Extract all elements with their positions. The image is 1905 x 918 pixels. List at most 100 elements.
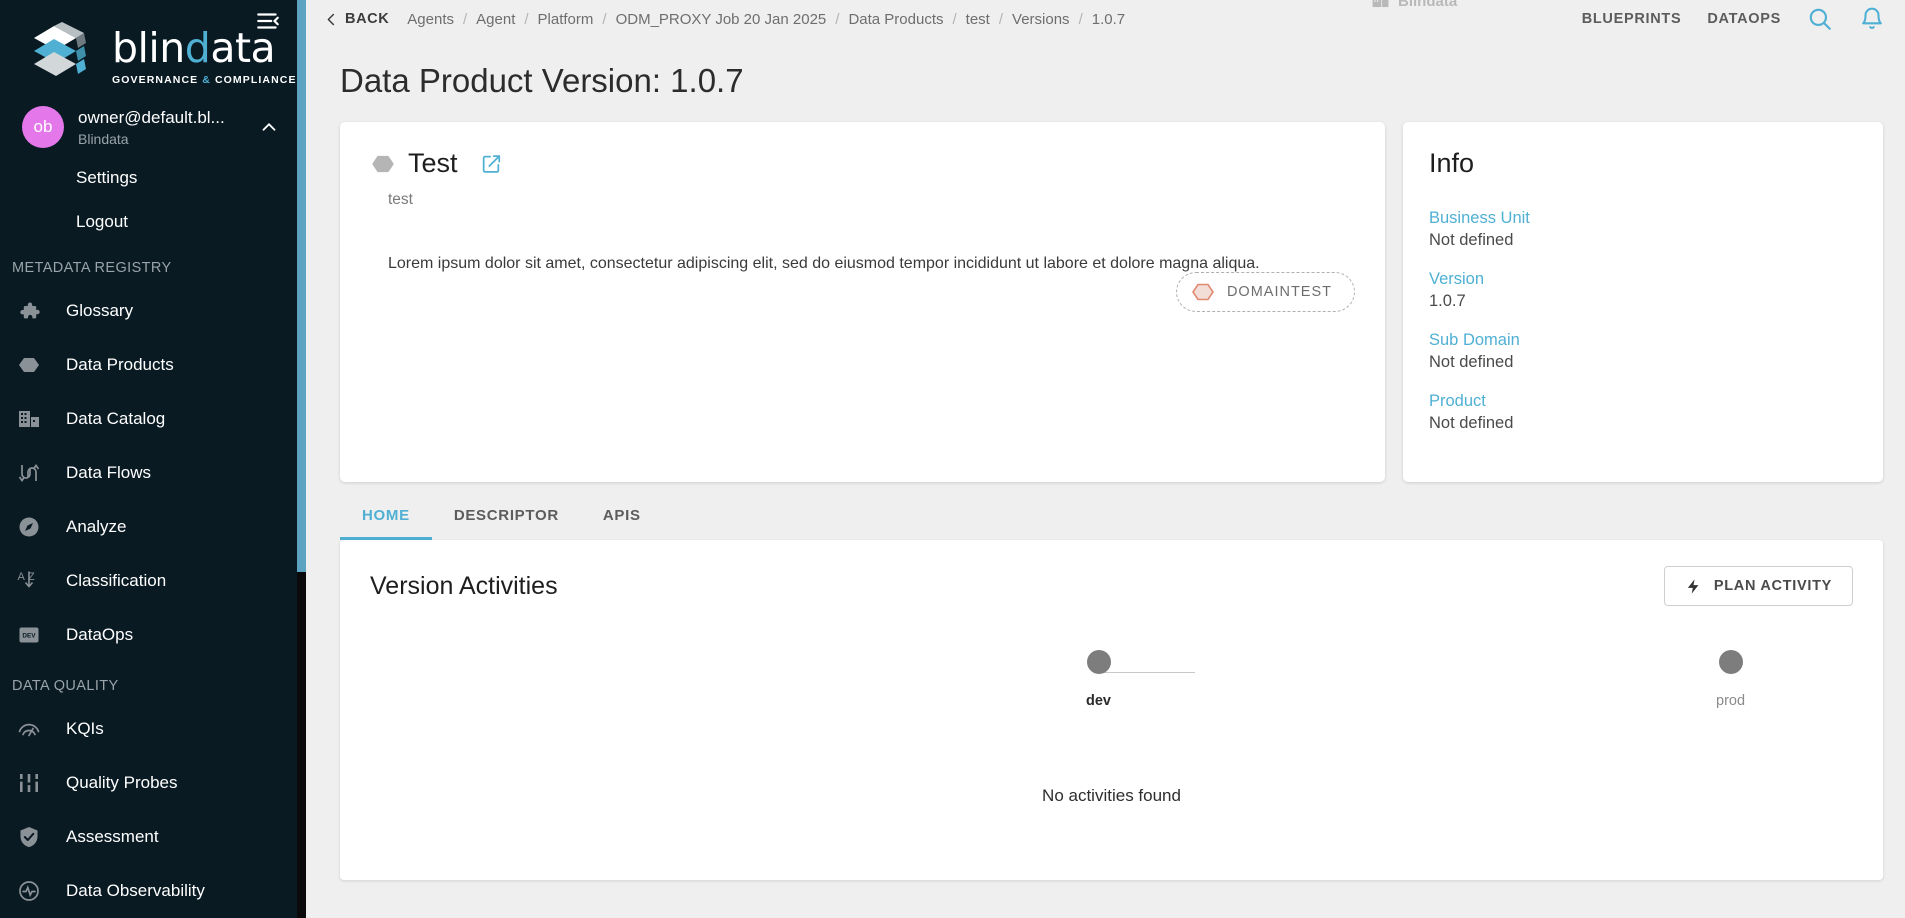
info-key-sub-domain[interactable]: Sub Domain [1429,331,1857,350]
info-card-title: Info [1429,148,1475,178]
sidebar-item-glossary[interactable]: Glossary [0,284,306,338]
top-right-actions: BLUEPRINTS DATAOPS [1582,6,1885,32]
application-root: blindata GOVERNANCE & COMPLIANCE ob owne… [0,0,1905,918]
sidebar-item-classification[interactable]: A Z Classification [0,554,306,608]
stepper-dot [1718,650,1743,674]
top-navigation-bar: BACK Agents / Agent / Platform / ODM_PRO… [306,0,1905,38]
hexagon-icon [370,151,396,177]
top-link-blueprints[interactable]: BLUEPRINTS [1582,11,1682,27]
breadcrumb-item-platform[interactable]: Platform [538,11,594,28]
svg-text:A: A [18,571,26,583]
info-value-business-unit: Not defined [1429,231,1514,249]
sidebar-item-label: Data Flows [66,463,152,482]
sidebar-item-data-observability[interactable]: Data Observability [0,864,306,918]
sliders-icon [14,768,44,798]
svg-text:DEV: DEV [22,633,36,640]
puzzle-icon [14,296,44,326]
stepper-connector [1098,672,1195,673]
sidebar-item-label: DataOps [66,625,134,644]
info-field-list: Business Unit Not defined Version 1.0.7 … [1429,209,1857,433]
sidebar-item-quality-probes[interactable]: Quality Probes [0,756,306,810]
version-activities-panel: Version Activities PLAN ACTIVITY dev pro… [340,540,1883,880]
stepper-label: prod [1716,693,1746,709]
stepper-dot [1086,650,1111,674]
info-key-version[interactable]: Version [1429,270,1857,289]
back-button[interactable]: BACK [306,11,407,27]
az-sort-icon: A Z [14,566,44,596]
user-email: owner@default.bl... [78,108,225,128]
breadcrumb-separator: / [602,10,607,28]
data-product-card: Test test Lorem ipsum dolor sit amet, co… [340,122,1385,482]
breadcrumb-item-odm-proxy-job[interactable]: ODM_PROXY Job 20 Jan 2025 [616,11,827,28]
breadcrumb-separator: / [463,10,468,28]
brand-word-b: d [184,24,211,72]
sidebar-item-analyze[interactable]: Analyze [0,500,306,554]
breadcrumb-item-agents[interactable]: Agents [407,11,454,28]
chevron-up-icon[interactable] [258,116,280,138]
breadcrumb-item-test[interactable]: test [966,11,990,28]
panel-title: Version Activities [370,571,558,600]
sidebar-item-label: Data Observability [66,881,205,900]
breadcrumb-item-version: 1.0.7 [1091,10,1126,28]
detail-row: Test test Lorem ipsum dolor sit amet, co… [306,122,1905,482]
sidebar-section-metadata-registry: METADATA REGISTRY [12,260,172,276]
breadcrumb-separator: / [835,10,840,28]
sidebar-item-label: Glossary [66,301,134,320]
sidebar-item-label: Quality Probes [66,773,178,792]
notifications-bell-icon[interactable] [1859,6,1885,32]
sidebar-item-data-flows[interactable]: Data Flows [0,446,306,500]
sidebar-scrollbar[interactable] [297,0,306,918]
stepper-label: dev [1086,693,1111,709]
data-product-header: Test [370,148,1355,179]
info-key-product[interactable]: Product [1429,392,1857,411]
brand-word-a: blin [112,24,185,72]
user-account-row[interactable]: ob owner@default.bl... Blindata [0,92,306,156]
bolt-icon [1685,578,1702,595]
sidebar-item-kqis[interactable]: KQIs [0,702,306,756]
sidebar-item-settings[interactable]: Settings [0,156,306,200]
empty-state-message: No activities found [1042,786,1181,805]
stepper-stage-dev[interactable]: dev [1086,650,1111,709]
breadcrumb: Agents / Agent / Platform / ODM_PROXY Jo… [407,11,1581,28]
breadcrumb-item-agent[interactable]: Agent [476,11,515,28]
sidebar-item-dataops[interactable]: DEV DataOps [0,608,306,662]
breadcrumb-separator: / [524,10,529,28]
pulse-icon [14,876,44,906]
tab-descriptor[interactable]: DESCRIPTOR [432,507,581,540]
hexagon-icon [14,350,44,380]
main-content: BACK Agents / Agent / Platform / ODM_PRO… [306,0,1905,918]
breadcrumb-item-versions[interactable]: Versions [1012,11,1070,28]
sidebar-collapse-icon[interactable] [252,5,284,37]
sidebar-item-label: Assessment [66,827,159,846]
open-external-icon[interactable] [480,153,502,175]
breadcrumb-item-data-products[interactable]: Data Products [848,11,943,28]
search-icon[interactable] [1807,6,1833,32]
breadcrumb-separator: / [1078,10,1083,28]
tab-bar: HOME DESCRIPTOR APIS [306,482,1905,540]
domain-badge-label: DOMAINTEST [1226,284,1332,300]
plan-activity-button[interactable]: PLAN ACTIVITY [1663,566,1853,606]
compass-icon [14,512,44,542]
tab-home[interactable]: HOME [340,507,432,540]
chevron-left-icon [327,13,335,25]
shield-check-icon [14,822,44,852]
page-title: Data Product Version: 1.0.7 [340,62,744,99]
brand-tagline-amp: & [202,74,211,86]
sidebar-item-assessment[interactable]: Assessment [0,810,306,864]
sidebar-item-data-catalog[interactable]: Data Catalog [0,392,306,446]
stepper-stage-prod[interactable]: prod [1716,650,1745,709]
sidebar-scrollbar-thumb[interactable] [297,0,306,572]
breadcrumb-separator: / [952,10,957,28]
sidebar-item-logout[interactable]: Logout [0,200,306,244]
sidebar-item-data-products[interactable]: Data Products [0,338,306,392]
plan-activity-label: PLAN ACTIVITY [1713,578,1832,594]
sidebar-item-label: Data Products [66,355,174,374]
domain-badge[interactable]: DOMAINTEST [1175,272,1355,312]
top-link-dataops[interactable]: DATAOPS [1707,11,1781,27]
brand-tagline-b: COMPLIANCE [210,74,297,86]
tab-apis[interactable]: APIS [581,507,663,540]
info-value-product: Not defined [1429,414,1514,432]
sidebar-item-label: Classification [66,571,167,590]
info-key-business-unit[interactable]: Business Unit [1429,209,1857,228]
data-product-subtitle: test [388,191,413,208]
